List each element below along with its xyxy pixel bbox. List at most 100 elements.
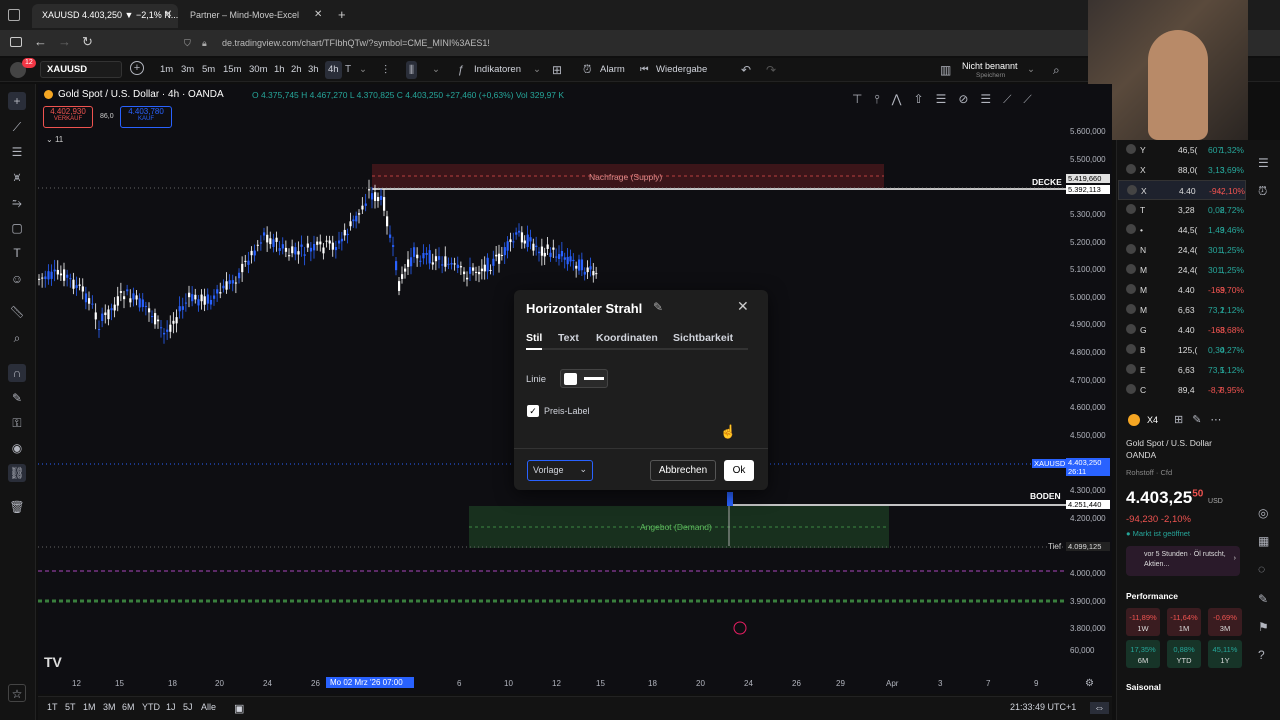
line-style-picker[interactable]	[560, 369, 608, 388]
browser-tab[interactable]: Partner – Mind-Move-Excel	[180, 4, 326, 28]
replay-button[interactable]: Wiedergabe	[656, 58, 707, 82]
layout-name[interactable]: Nicht benannt	[962, 61, 1018, 71]
line-color-swatch[interactable]	[564, 373, 577, 385]
timeframe-4h[interactable]: 4h	[325, 61, 342, 79]
watchlist-row[interactable]: M 4.40 -169 -3,70%	[1118, 280, 1246, 300]
watchlist-row[interactable]: G 4.40 -168 -3,68%	[1118, 320, 1246, 340]
pencil-lock-icon[interactable]: ✎	[8, 389, 26, 407]
sidebar-toggle-icon[interactable]	[10, 37, 22, 47]
collapse-panel-icon[interactable]: ⇔	[1090, 702, 1109, 714]
fib-icon[interactable]: ☰	[8, 143, 26, 161]
ok-button[interactable]: Ok	[724, 460, 754, 481]
favorites-icon[interactable]: ☆	[8, 684, 26, 702]
chevron-down-icon[interactable]: ⌄	[1027, 58, 1035, 82]
candles-icon[interactable]: ⫴	[406, 61, 418, 79]
watchlist-row[interactable]: • 44,5(1,49 3,46%	[1118, 220, 1246, 240]
chart-legend-toggle-icon[interactable]	[44, 90, 53, 99]
clock-readout[interactable]: 21:33:49 UTC+1	[1010, 702, 1076, 712]
close-icon[interactable]: ✕	[737, 298, 749, 315]
notes-icon[interactable]: ✎	[1258, 592, 1268, 606]
range-1M[interactable]: 1M	[83, 702, 96, 712]
timeframe-5m[interactable]: 5m	[202, 58, 215, 82]
symbol-search[interactable]: XAUUSD	[40, 61, 122, 78]
redo-icon[interactable]: ↷	[766, 58, 776, 82]
details-toolbar-icons[interactable]: ⊞✎⋯	[1174, 413, 1230, 426]
alarm-icon[interactable]: ⏰︎	[583, 58, 592, 82]
watchlist-row[interactable]: B 125,(0,34 0,27%	[1118, 340, 1246, 360]
chat-icon[interactable]: ◌	[1258, 562, 1265, 576]
chevron-down-icon[interactable]: ⌄	[432, 58, 440, 82]
range-3M[interactable]: 3M	[103, 702, 116, 712]
trash-icon[interactable]: 🗑︎	[8, 498, 26, 516]
range-6M[interactable]: 6M	[122, 702, 135, 712]
watchlist-row[interactable]: C 89,4 -8,7 -8,95%	[1118, 380, 1246, 400]
tab-visibility[interactable]: Sichtbarkeit	[673, 332, 733, 344]
reload-icon[interactable]: ↻	[82, 34, 93, 50]
range-1T[interactable]: 1T	[47, 702, 58, 712]
watchlist-row[interactable]: M 24,4(301, 1,25%	[1118, 260, 1246, 280]
range-5J[interactable]: 5J	[183, 702, 193, 712]
crosshair-icon[interactable]: +	[8, 92, 26, 110]
ideas-icon[interactable]: ⚑	[1258, 620, 1269, 634]
indicators-icon[interactable]: ƒ	[458, 58, 464, 82]
watchlist-row[interactable]: X 4.40 -94, -2,10%	[1118, 180, 1246, 200]
price-label-checkbox[interactable]: ✓	[527, 405, 539, 417]
browser-menu-icon[interactable]	[8, 9, 20, 21]
settings-icon[interactable]: ⚙	[1085, 678, 1094, 689]
sell-button[interactable]: 4.402,930 VERKAUF	[43, 106, 93, 128]
chevron-down-icon[interactable]: ⌄	[533, 58, 541, 82]
range-1J[interactable]: 1J	[166, 702, 176, 712]
watchlist-row[interactable]: X 88,0(3,13 3,69%	[1118, 160, 1246, 180]
watchlist-row[interactable]: Y 46,5(607 1,32%	[1118, 140, 1246, 160]
news-card[interactable]: vor 5 Stunden · Öl rutscht, Aktien... ›	[1126, 546, 1240, 576]
watchlist-row[interactable]: T 3,28 0,08 2,72%	[1118, 200, 1246, 220]
date-range-icon[interactable]: ▣	[234, 702, 244, 715]
shape-icon[interactable]: ▢	[8, 219, 26, 237]
range-all[interactable]: Alle	[201, 702, 216, 712]
search-icon[interactable]: ⌕	[1053, 58, 1060, 82]
alerts-icon[interactable]: ⏰︎	[1258, 184, 1267, 199]
tab-coordinates[interactable]: Koordinaten	[596, 332, 658, 344]
watchlist-icon[interactable]: ☰	[1258, 156, 1269, 170]
ruler-icon[interactable]: 📏︎	[8, 303, 26, 321]
close-icon[interactable]: ✕	[314, 9, 322, 20]
range-YTD[interactable]: YTD	[142, 702, 160, 712]
target-icon[interactable]: ◎	[1258, 506, 1268, 520]
back-icon[interactable]: ←	[34, 34, 47, 49]
timeframe-1m[interactable]: 1m	[160, 58, 173, 82]
replay-icon[interactable]: ⏮︎	[640, 58, 649, 82]
timeframe-3h[interactable]: 3h	[308, 58, 319, 82]
chevron-down-icon[interactable]: ⌄	[359, 58, 367, 82]
text-tool-icon[interactable]: T	[8, 244, 26, 262]
new-tab-icon[interactable]: +	[338, 7, 346, 22]
indicator-count[interactable]: ⌄ 11	[46, 135, 63, 144]
watchlist-row[interactable]: E 6,63 73,5 1,12%	[1118, 360, 1246, 380]
browser-tab-active[interactable]: XAUUSD 4.403,250 ▼ −2,1% N...	[32, 4, 178, 28]
bar-style-icon[interactable]: ⫶	[384, 58, 387, 82]
emoji-icon[interactable]: ☺	[8, 270, 26, 288]
help-icon[interactable]: ?	[1258, 648, 1265, 662]
add-symbol-icon[interactable]: +	[130, 61, 144, 75]
brush-icon[interactable]: ⥲	[8, 194, 26, 212]
line-thickness-swatch[interactable]	[584, 377, 604, 380]
alarm-button[interactable]: Alarm	[600, 58, 625, 82]
indicators-button[interactable]: Indikatoren	[474, 58, 521, 82]
range-5T[interactable]: 5T	[65, 702, 76, 712]
pattern-icon[interactable]: ⩙	[8, 168, 26, 186]
rename-pencil-icon[interactable]: ✎	[653, 300, 663, 314]
undo-icon[interactable]: ↶	[741, 58, 751, 82]
close-icon[interactable]: ✕	[164, 9, 172, 20]
trend-line-icon[interactable]: ⟋	[8, 118, 26, 136]
watchlist-row[interactable]: N 24,4(301, 1,25%	[1118, 240, 1246, 260]
buy-button[interactable]: 4.403,780 KAUF	[120, 106, 172, 128]
timeframe-1h[interactable]: 1h	[274, 58, 285, 82]
tab-text[interactable]: Text	[558, 332, 579, 344]
forward-icon[interactable]: →	[58, 34, 71, 49]
layout-grid-icon[interactable]: ▥	[940, 58, 951, 82]
tab-style[interactable]: Stil	[526, 332, 542, 344]
magnet-icon[interactable]: ∩	[8, 364, 26, 382]
eye-icon[interactable]: ◉	[8, 439, 26, 457]
layouts-icon[interactable]: ⊞	[552, 58, 562, 82]
timeframe-2h[interactable]: 2h	[291, 58, 302, 82]
timeframe-3m[interactable]: 3m	[181, 58, 194, 82]
